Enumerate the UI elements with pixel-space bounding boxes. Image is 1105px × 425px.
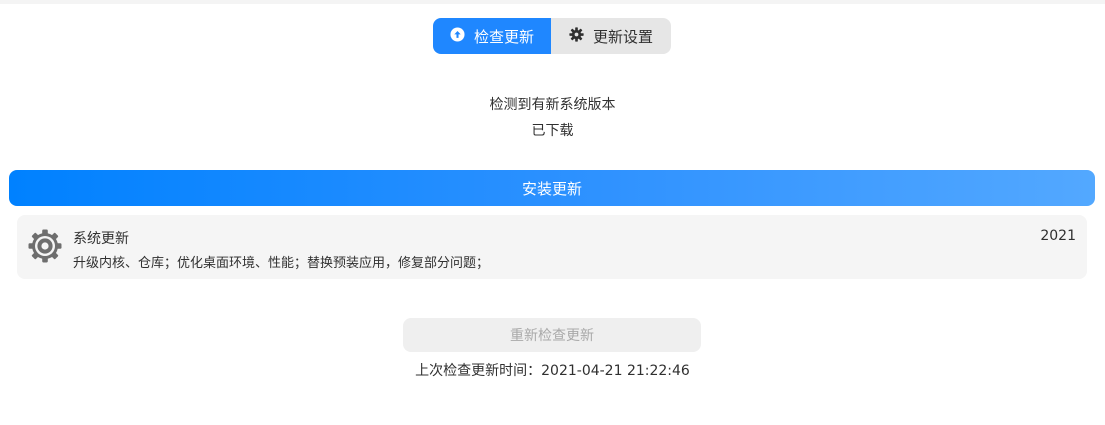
update-tabs: 检查更新 更新设置 — [433, 18, 671, 54]
update-item-version: 2021 — [1040, 228, 1076, 244]
recheck-update-button[interactable]: 重新检查更新 — [403, 318, 701, 352]
update-item-title: 系统更新 — [73, 231, 129, 247]
gear-icon — [569, 26, 584, 46]
gear-icon — [27, 228, 63, 264]
status-detected-text: 检测到有新系统版本 — [489, 97, 616, 113]
update-item-card: 系统更新 升级内核、仓库；优化桌面环境、性能；替换预装应用，修复部分问题； 20… — [17, 215, 1087, 279]
top-divider — [0, 0, 1105, 4]
update-item-description: 升级内核、仓库；优化桌面环境、性能；替换预装应用，修复部分问题； — [73, 256, 490, 271]
tab-check-update[interactable]: 检查更新 — [433, 18, 551, 54]
install-update-button[interactable]: 安装更新 — [9, 170, 1095, 206]
update-page: 检查更新 更新设置 检测到有新系统版本 已下载 安装更新 系统更新 升级内核、仓… — [0, 0, 1105, 425]
tab-check-update-label: 检查更新 — [473, 27, 534, 46]
status-downloaded-text: 已下载 — [531, 123, 574, 139]
arrow-up-circle-icon — [450, 26, 465, 46]
last-check-time: 上次检查更新时间：2021-04-21 21:22:46 — [415, 363, 690, 379]
tab-update-settings-label: 更新设置 — [592, 27, 653, 46]
tab-update-settings[interactable]: 更新设置 — [551, 18, 671, 54]
